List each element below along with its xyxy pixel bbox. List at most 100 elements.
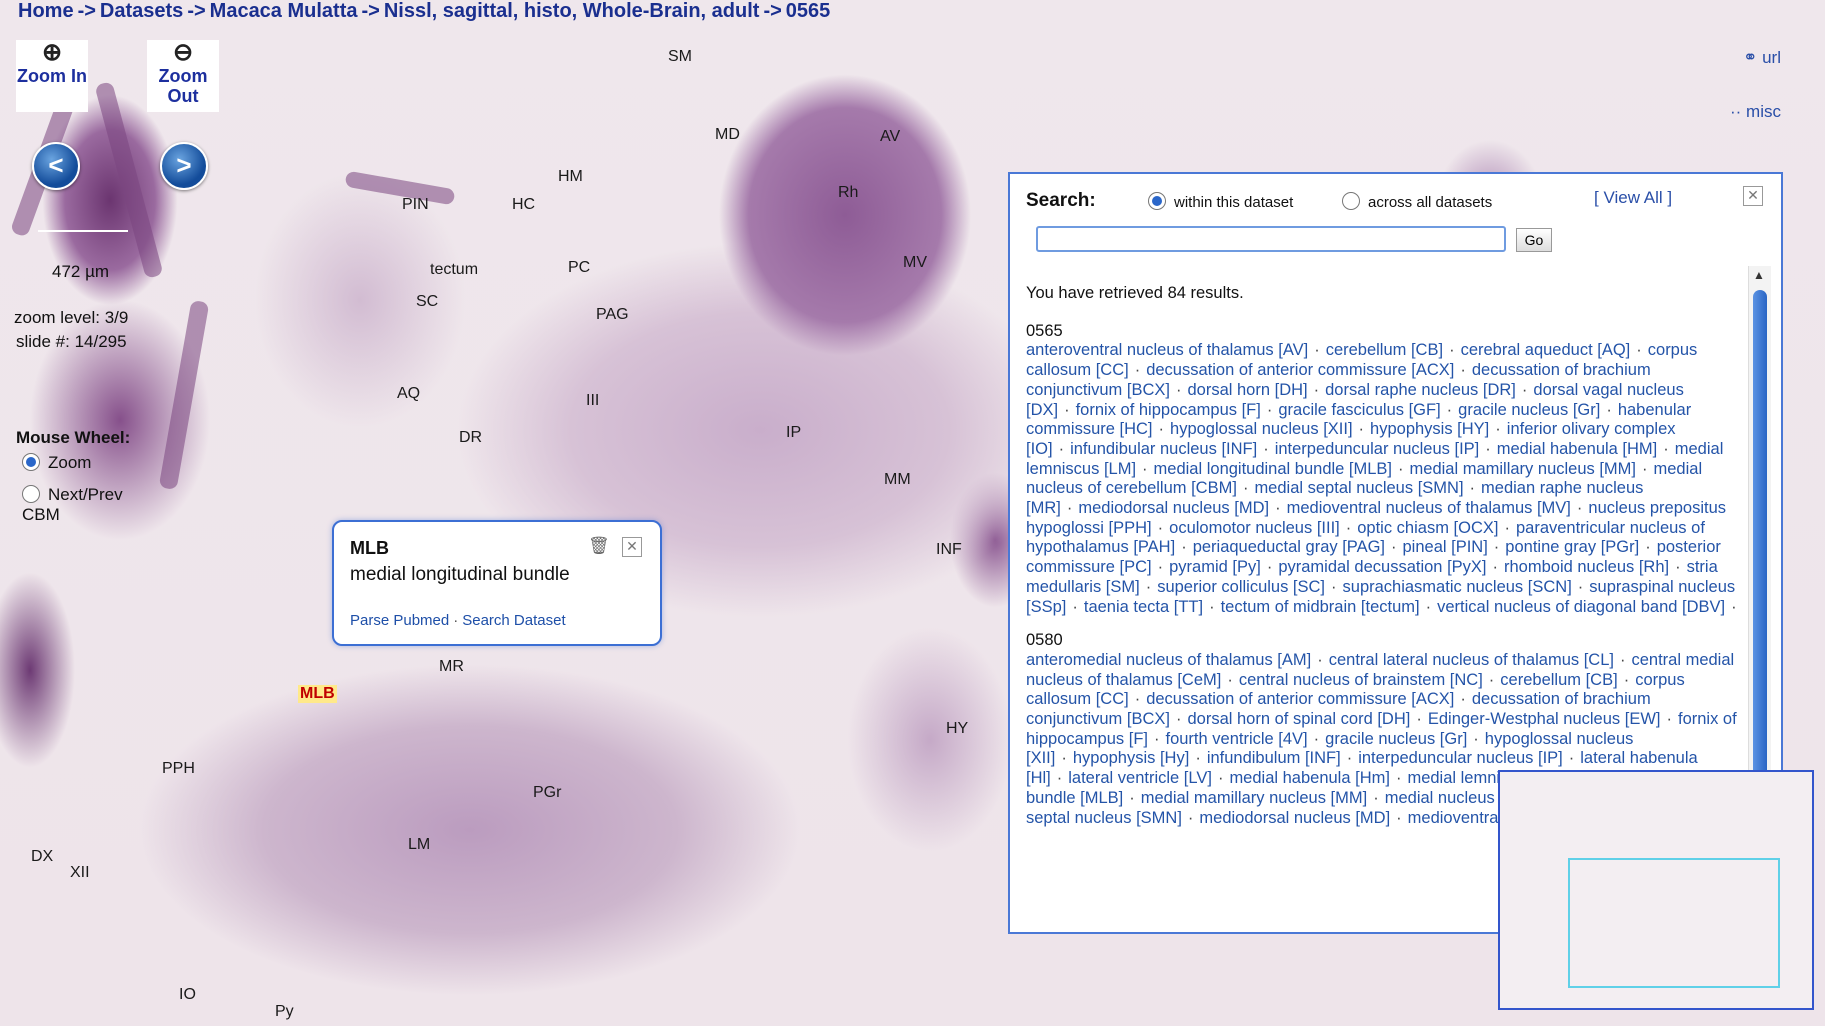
result-link[interactable]: Edinger-Westphal nucleus [EW]	[1428, 710, 1661, 728]
zoom-out-button[interactable]: ⊖ Zoom Out	[147, 40, 219, 112]
go-button[interactable]: Go	[1516, 228, 1552, 252]
region-label[interactable]: PAG	[596, 306, 629, 324]
result-link[interactable]: cerebral aqueduct [AQ]	[1461, 341, 1631, 359]
region-label[interactable]: Rh	[838, 184, 858, 202]
radio-selected-icon[interactable]	[22, 453, 40, 471]
region-label[interactable]: Py	[275, 1003, 294, 1021]
breadcrumb-item[interactable]: Nissl, sagittal, histo, Whole-Brain, adu…	[384, 0, 760, 22]
result-link[interactable]: vertical nucleus of diagonal band [DBV]	[1437, 598, 1725, 616]
breadcrumb-item[interactable]: Macaca Mulatta	[210, 0, 358, 22]
misc-link[interactable]: ·· misc	[1730, 102, 1781, 122]
view-all-link[interactable]: [ View All ]	[1594, 188, 1672, 208]
search-input[interactable]	[1036, 226, 1506, 252]
result-link[interactable]: fourth ventricle [4V]	[1165, 730, 1307, 748]
scroll-up-icon[interactable]: ▲	[1753, 268, 1765, 282]
result-slide-number[interactable]: 0565	[1026, 322, 1746, 342]
region-label[interactable]: MM	[884, 471, 911, 489]
breadcrumb-item[interactable]: Datasets	[100, 0, 183, 22]
result-link[interactable]: rhomboid nucleus [Rh]	[1504, 558, 1669, 576]
result-link[interactable]: central nucleus of brainstem [NC]	[1239, 671, 1483, 689]
result-link[interactable]: anteromedial nucleus of thalamus [AM]	[1026, 651, 1311, 669]
result-link[interactable]: central lateral nucleus of thalamus [CL]	[1329, 651, 1614, 669]
result-link[interactable]: medial septal nucleus [SMN]	[1254, 479, 1463, 497]
result-link[interactable]: anteroventral nucleus of thalamus [AV]	[1026, 341, 1308, 359]
radio-unselected-icon[interactable]	[1342, 192, 1360, 210]
result-link[interactable]: fornix of hippocampus [F]	[1076, 401, 1261, 419]
result-link[interactable]: pineal [PIN]	[1403, 538, 1488, 556]
trash-icon[interactable]: 🗑	[588, 536, 610, 556]
radio-selected-icon[interactable]	[1148, 192, 1166, 210]
result-link[interactable]: medial habenula [HM]	[1497, 440, 1658, 458]
result-link[interactable]: decussation of anterior commissure [ACX]	[1146, 690, 1454, 708]
mouse-wheel-nextprev-option[interactable]: Next/Prev	[22, 485, 123, 505]
region-label[interactable]: III	[586, 392, 599, 410]
url-link[interactable]: ⚭ url	[1730, 48, 1781, 68]
region-label[interactable]: DX	[31, 848, 53, 866]
result-link[interactable]: infundibular nucleus [INF]	[1070, 440, 1257, 458]
result-link[interactable]: mediodorsal nucleus [MD]	[1078, 499, 1269, 517]
region-label[interactable]: PIN	[402, 196, 429, 214]
breadcrumb-item[interactable]: Home	[18, 0, 74, 22]
result-link[interactable]: tectum of midbrain [tectum]	[1221, 598, 1420, 616]
scroll-thumb[interactable]	[1753, 290, 1767, 785]
result-link[interactable]: periaqueductal gray [PAG]	[1193, 538, 1385, 556]
result-link[interactable]: taenia tecta [TT]	[1084, 598, 1203, 616]
viewport-indicator[interactable]	[1568, 858, 1780, 988]
mouse-wheel-zoom-option[interactable]: Zoom	[22, 453, 91, 473]
result-link[interactable]: hypophysis [Hy]	[1073, 749, 1189, 767]
result-link[interactable]: dorsal raphe nucleus [DR]	[1325, 381, 1516, 399]
result-link[interactable]: cerebellum [CB]	[1500, 671, 1617, 689]
region-label[interactable]: MR	[439, 658, 464, 676]
result-link[interactable]: suprachiasmatic nucleus [SCN]	[1343, 578, 1572, 596]
result-link[interactable]: interpeduncular nucleus [IP]	[1275, 440, 1480, 458]
search-across-option[interactable]: across all datasets	[1342, 192, 1492, 211]
radio-unselected-icon[interactable]	[22, 485, 40, 503]
region-label[interactable]: PPH	[162, 760, 195, 778]
region-label[interactable]: MD	[715, 126, 740, 144]
result-link[interactable]: lateral ventricle [LV]	[1068, 769, 1212, 787]
region-label[interactable]: MLB	[298, 685, 337, 703]
next-slide-button[interactable]: >	[160, 142, 208, 190]
result-link[interactable]: hypoglossal nucleus [XII]	[1170, 420, 1353, 438]
region-label[interactable]: PC	[568, 259, 590, 277]
result-link[interactable]: pontine gray [PGr]	[1505, 538, 1639, 556]
region-label[interactable]: HM	[558, 168, 583, 186]
search-within-option[interactable]: within this dataset	[1148, 192, 1293, 211]
region-label[interactable]: SC	[416, 293, 438, 311]
result-link[interactable]: oculomotor nucleus [III]	[1169, 519, 1340, 537]
region-label[interactable]: AQ	[397, 385, 420, 403]
result-link[interactable]: medioventral nucleus of thalamus [MV]	[1287, 499, 1571, 517]
result-link[interactable]: hypophysis [HY]	[1370, 420, 1489, 438]
result-link[interactable]: decussation of anterior commissure [ACX]	[1146, 361, 1454, 379]
region-label[interactable]: AV	[880, 128, 900, 146]
result-link[interactable]: mediodorsal nucleus [MD]	[1199, 809, 1390, 827]
region-label[interactable]: LM	[408, 836, 430, 854]
region-label[interactable]: XII	[70, 864, 90, 882]
result-link[interactable]: pyramid [Py]	[1169, 558, 1261, 576]
result-link[interactable]: gracile fasciculus [GF]	[1278, 401, 1440, 419]
region-label[interactable]: HY	[946, 720, 968, 738]
region-label[interactable]: IP	[786, 424, 801, 442]
result-link[interactable]: medial habenula [Hm]	[1229, 769, 1390, 787]
region-label[interactable]: PGr	[533, 784, 561, 802]
result-link[interactable]: pyramidal decussation [PyX]	[1278, 558, 1486, 576]
result-link[interactable]: gracile nucleus [Gr]	[1458, 401, 1600, 419]
region-label[interactable]: DR	[459, 429, 482, 447]
zoom-in-button[interactable]: ⊕ Zoom In	[16, 40, 88, 112]
result-link[interactable]: superior colliculus [SC]	[1157, 578, 1325, 596]
region-label[interactable]: IO	[179, 986, 196, 1004]
parse-pubmed-link[interactable]: Parse Pubmed	[350, 612, 449, 629]
region-label[interactable]: tectum	[430, 261, 478, 279]
prev-slide-button[interactable]: <	[32, 142, 80, 190]
search-dataset-link[interactable]: Search Dataset	[462, 612, 565, 629]
search-close-button[interactable]: ✕	[1743, 186, 1763, 206]
result-link[interactable]: optic chiasm [OCX]	[1357, 519, 1498, 537]
result-link[interactable]: dorsal horn of spinal cord [DH]	[1187, 710, 1410, 728]
region-label[interactable]: MV	[903, 254, 927, 272]
result-slide-number[interactable]: 0580	[1026, 631, 1746, 651]
result-link[interactable]: gracile nucleus [Gr]	[1325, 730, 1467, 748]
tooltip-close-button[interactable]: ✕	[622, 537, 642, 557]
result-link[interactable]: interpeduncular nucleus [IP]	[1358, 749, 1563, 767]
result-link[interactable]: medial mamillary nucleus [MM]	[1410, 460, 1636, 478]
result-link[interactable]: infundibulum [INF]	[1207, 749, 1341, 767]
